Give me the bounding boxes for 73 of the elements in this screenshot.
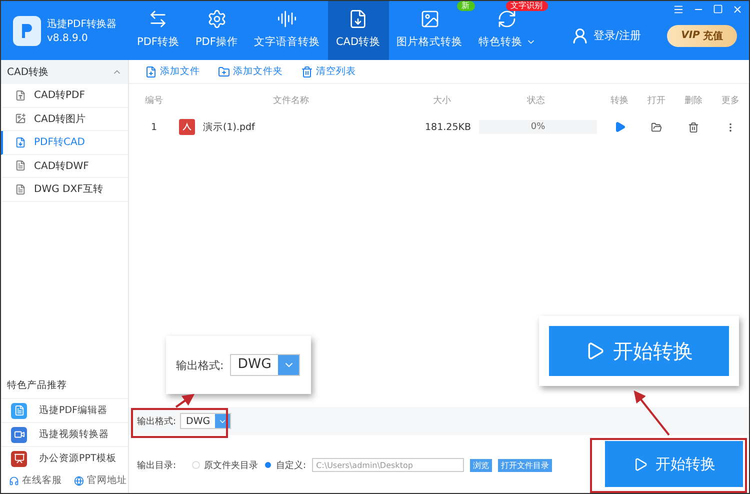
path-field[interactable]: C:\Users\admin\Desktop	[312, 458, 464, 472]
section-title: 特色产品推荐	[6, 379, 68, 393]
audio-wave-icon	[276, 9, 297, 29]
footer-link[interactable]: 官网地址	[74, 474, 127, 487]
refresh-icon	[497, 9, 518, 29]
sidebar-item[interactable]: CAD转PDF	[1, 84, 128, 108]
nav-tab[interactable]: 文字语音转换	[246, 1, 328, 60]
sidebar-item[interactable]: PDF转CAD	[1, 131, 128, 154]
sidebar-item[interactable]: DWG DXF互转	[1, 178, 128, 202]
footer-link[interactable]: 在线客服	[9, 474, 62, 487]
globe-icon	[74, 476, 84, 486]
badge: 新	[456, 1, 475, 11]
radio-option[interactable]: 原文件夹目录	[192, 458, 258, 472]
maximize-icon[interactable]	[713, 4, 723, 14]
column-header: 删除	[684, 94, 704, 108]
pdf-file-icon	[179, 119, 195, 135]
folder-plus-icon	[218, 66, 230, 78]
close-icon[interactable]	[732, 4, 743, 15]
vip-button[interactable]: VIP 充值	[667, 24, 737, 46]
trash-icon[interactable]	[688, 122, 699, 132]
nav-tab[interactable]: PDF操作	[187, 1, 246, 60]
column-header: 编号	[144, 94, 164, 108]
folder-icon[interactable]	[651, 122, 662, 132]
column-header: 状态	[526, 94, 546, 108]
login-link[interactable]: 登录/注册	[571, 26, 641, 44]
user-icon	[571, 26, 590, 44]
video-icon	[14, 429, 24, 440]
arrows-icon	[148, 9, 168, 29]
column-header: 打开	[646, 94, 666, 108]
toolbar-button[interactable]: 添加文件	[145, 65, 200, 78]
headset-icon	[9, 476, 19, 486]
column-header: 更多	[720, 94, 740, 108]
format-dropdown[interactable]: DWG	[180, 413, 232, 429]
file-name: 演示(1).pdf	[203, 120, 255, 134]
field-label: 输出格式:	[137, 416, 176, 428]
annotation-arrow	[175, 394, 195, 408]
sidebar-header[interactable]: CAD转换	[1, 60, 128, 84]
start-button[interactable]: 开始转换	[549, 326, 729, 376]
play-icon[interactable]	[614, 121, 626, 133]
image-icon	[420, 9, 440, 29]
document-arrow-icon	[348, 9, 368, 29]
nav-tab[interactable]: PDF转换	[129, 1, 188, 60]
nav-tab[interactable]: CAD转换	[328, 1, 389, 60]
menu-icon[interactable]	[673, 4, 684, 15]
column-header: 文件名称	[272, 94, 310, 108]
sidebar-item[interactable]: CAD转DWF	[1, 154, 128, 178]
toolbar-button[interactable]: 添加文件夹	[218, 65, 283, 78]
annotation-arrow	[634, 390, 670, 436]
radio-option[interactable]: 自定义:	[264, 458, 306, 472]
app-version: v8.8.9.0	[47, 33, 89, 44]
progress-bar: 0%	[479, 120, 597, 134]
play-icon	[632, 456, 648, 472]
toolbar-button[interactable]: 清空列表	[301, 65, 356, 78]
field-label: 输出目录:	[137, 460, 176, 472]
file-plus-icon	[145, 66, 157, 78]
open-folder-button[interactable]: 打开文件目录	[498, 458, 552, 472]
product-link[interactable]: 迅捷PDF编辑器	[1, 398, 128, 422]
column-header: 大小	[432, 94, 452, 108]
sidebar-item[interactable]: CAD转图片	[1, 108, 128, 131]
trash-icon	[301, 66, 313, 78]
product-link[interactable]: 迅捷视频转换器	[1, 422, 128, 446]
badge: 文字识别	[506, 1, 548, 11]
presentation-icon	[14, 453, 24, 464]
start-button[interactable]: 开始转换	[605, 441, 743, 487]
field-label: 输出格式:	[176, 358, 224, 372]
browse-button[interactable]: 浏览	[470, 458, 492, 472]
app-name: 迅捷PDF转换器	[47, 18, 116, 31]
settings-icon	[206, 9, 227, 29]
product-link[interactable]: 办公资源PPT模板	[1, 446, 128, 470]
column-header: 转换	[610, 94, 630, 108]
app-logo-icon	[13, 16, 41, 46]
table-cell-text: 1	[150, 120, 158, 134]
table-cell-text: 181.25KB	[424, 120, 471, 134]
